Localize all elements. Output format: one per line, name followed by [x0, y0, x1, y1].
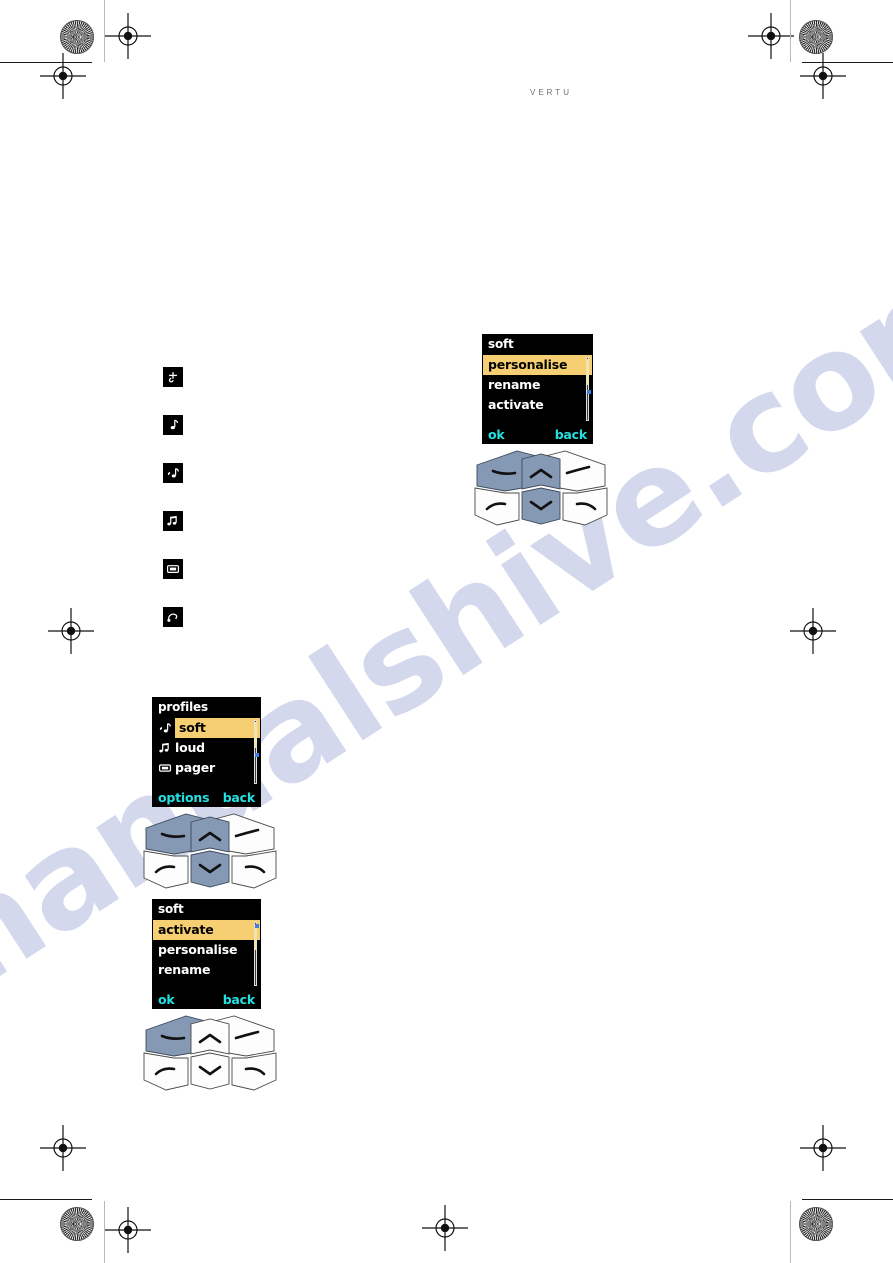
key-scroll-up [190, 816, 230, 853]
scrollbar-thumb[interactable] [254, 722, 257, 748]
trim-guide-top-right [790, 0, 791, 62]
key-scroll-down [521, 487, 561, 525]
scroll-position-dot [255, 924, 259, 928]
menu-item-personalise[interactable]: personalise [153, 940, 260, 960]
menu-item-label: rename [158, 961, 211, 977]
softkey-bar: ok back [483, 427, 592, 442]
double-note-icon [163, 511, 183, 531]
keypad-diagram-top [467, 447, 615, 527]
star-target-bottom-right [799, 1207, 833, 1241]
registration-mark-bottom-center [422, 1205, 468, 1251]
trim-line-bottom-left [0, 1199, 92, 1200]
registration-mark-middle-left [48, 608, 94, 654]
screen-title: profiles [158, 700, 208, 714]
menu-item-label: loud [175, 739, 205, 755]
registration-mark-lower-right [800, 1125, 846, 1171]
brand-wordmark: VERTU [530, 88, 572, 97]
star-target-bottom-left [60, 1207, 94, 1241]
registration-mark-bottom-left [105, 1207, 151, 1253]
scroll-position-dot [255, 753, 259, 757]
key-call [143, 1052, 189, 1091]
right-softkey[interactable]: back [555, 427, 588, 442]
registration-mark-top-right [748, 13, 794, 59]
scrollbar[interactable] [586, 357, 589, 421]
screen-soft-options-bottom: soft activate personalise rename ok back [153, 900, 260, 1008]
registration-mark-upper-right [800, 53, 846, 99]
keypad-diagram-middle [136, 810, 284, 890]
left-softkey[interactable]: ok [488, 427, 505, 442]
note-with-flag-icon [163, 463, 183, 483]
screen-menu-list: personalise rename activate [483, 355, 592, 415]
registration-mark-upper-left [40, 53, 86, 99]
right-softkey[interactable]: back [223, 992, 256, 1007]
watermark-text: manualshive.com [0, 221, 893, 1042]
star-target-top-left [60, 20, 94, 54]
scrollbar-thumb[interactable] [586, 359, 589, 385]
trim-line-bottom-right [802, 1199, 893, 1200]
star-target-top-right [799, 20, 833, 54]
key-scroll-down [190, 850, 230, 888]
note-with-flag-icon [158, 721, 172, 735]
screen-profiles: profiles soft loud pager options back [153, 698, 260, 806]
scrollbar[interactable] [254, 922, 257, 986]
menu-item-activate[interactable]: activate [153, 920, 260, 940]
registration-mark-middle-right [790, 608, 836, 654]
pager-icon [163, 559, 183, 579]
registration-mark-top-left [105, 13, 151, 59]
menu-item-label: pager [175, 759, 215, 775]
double-note-icon [158, 741, 172, 755]
key-end [231, 1052, 277, 1091]
screen-title: soft [158, 902, 184, 916]
single-note-icon [163, 415, 183, 435]
headset-icon [163, 607, 183, 627]
menu-item-rename[interactable]: rename [153, 960, 260, 980]
key-call [143, 850, 189, 889]
menu-item-personalise[interactable]: personalise [483, 355, 592, 375]
left-softkey[interactable]: options [158, 790, 210, 805]
right-softkey[interactable]: back [223, 790, 256, 805]
menu-item-label: activate [488, 396, 544, 412]
trim-guide-bottom-right [790, 1201, 791, 1263]
softkey-bar: ok back [153, 992, 260, 1007]
left-softkey[interactable]: ok [158, 992, 175, 1007]
menu-item-label: personalise [488, 356, 568, 372]
silent-icon [163, 367, 183, 387]
screen-title: soft [488, 337, 514, 351]
menu-item-loud[interactable]: loud [153, 738, 260, 758]
manual-page: manualshive.com VERTU soft personalise r… [0, 0, 893, 1263]
registration-mark-lower-left [40, 1125, 86, 1171]
key-end [562, 487, 608, 526]
menu-item-pager[interactable]: pager [153, 758, 260, 778]
pager-icon [158, 761, 172, 775]
menu-item-activate[interactable]: activate [483, 395, 592, 415]
menu-item-label: activate [158, 921, 214, 937]
screen-soft-options-top: soft personalise rename activate ok back [483, 335, 592, 443]
menu-item-highlight: soft [175, 718, 260, 738]
menu-item-label: soft [179, 720, 206, 735]
key-call [474, 487, 520, 526]
scrollbar[interactable] [254, 720, 257, 784]
key-scroll-down [190, 1052, 230, 1090]
menu-item-label: personalise [158, 941, 238, 957]
screen-menu-list: activate personalise rename [153, 920, 260, 980]
menu-item-label: rename [488, 376, 541, 392]
key-scroll-up [521, 453, 561, 490]
menu-item-soft[interactable]: soft [153, 718, 260, 738]
screen-menu-list: soft loud pager [153, 718, 260, 778]
key-scroll-up [190, 1018, 230, 1055]
softkey-bar: options back [153, 790, 260, 805]
keypad-diagram-bottom [136, 1012, 284, 1092]
menu-item-rename[interactable]: rename [483, 375, 592, 395]
scroll-position-dot [587, 390, 591, 394]
key-end [231, 850, 277, 889]
